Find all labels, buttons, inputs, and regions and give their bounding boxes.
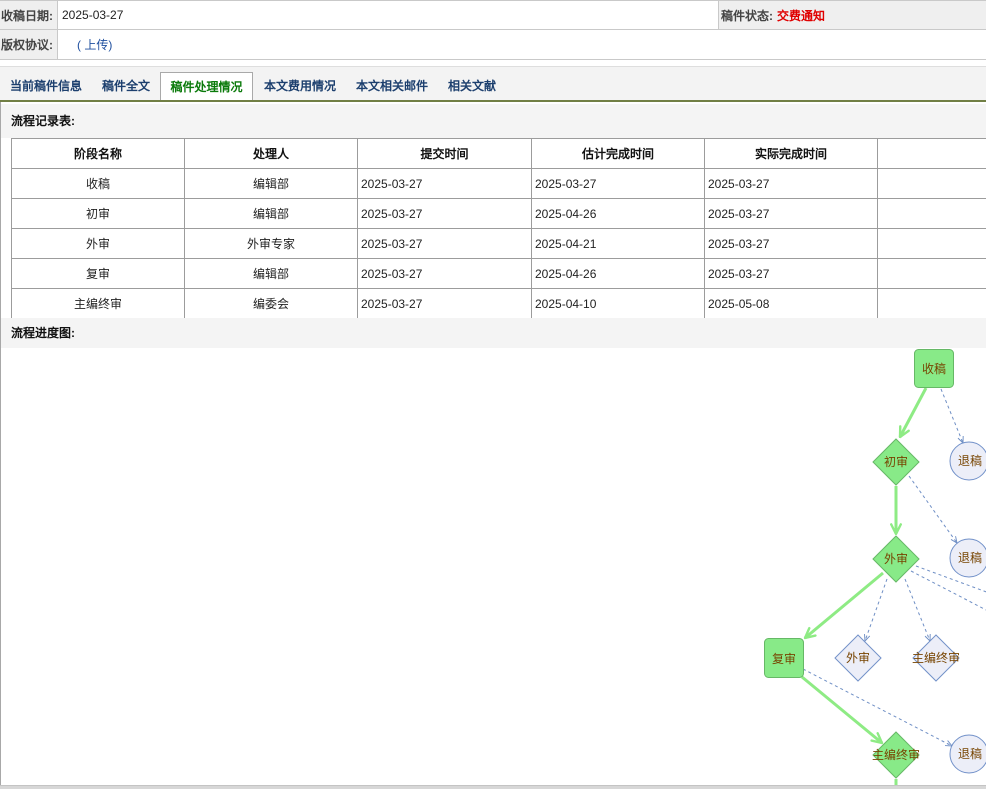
- cell-empty: [878, 289, 986, 319]
- flow-node-tuigao-2: 退稿: [949, 538, 986, 578]
- status-badge: 交费通知: [777, 8, 826, 23]
- tab-full-text[interactable]: 稿件全文: [102, 72, 150, 102]
- received-date-label: 收稿日期:: [0, 1, 58, 29]
- flow-node-label: 主编终审: [912, 650, 960, 665]
- cell-stage: 复审: [12, 259, 185, 289]
- edge-shougao-to-tuigao: [940, 388, 963, 443]
- tab-label: 本文费用情况: [264, 79, 337, 93]
- cell-empty: [878, 199, 986, 229]
- cell-estimated: 2025-04-26: [532, 199, 705, 229]
- flow-node-label: 初审: [884, 454, 908, 469]
- tab-processing-status[interactable]: 稿件处理情况: [160, 72, 253, 102]
- header-actual: 实际完成时间: [705, 139, 878, 169]
- flow-node-chushen: 初审: [872, 438, 920, 486]
- copyright-label: 版权协议:: [0, 30, 58, 59]
- tab-label: 本文相关邮件: [356, 79, 429, 93]
- cell-handler: 外审专家: [185, 229, 358, 259]
- cell-stage: 外审: [12, 229, 185, 259]
- tab-label: 稿件处理情况: [170, 80, 243, 94]
- header-estimated: 估计完成时间: [532, 139, 705, 169]
- flow-node-label: 主编终审: [872, 747, 920, 762]
- cell-submitted: 2025-03-27: [358, 289, 532, 319]
- flow-node-label: 外审: [846, 650, 870, 665]
- process-record-table: 阶段名称 处理人 提交时间 估计完成时间 实际完成时间 收稿 编辑部 2025-…: [11, 138, 986, 319]
- status-cell: 稿件状态: 交费通知: [718, 1, 986, 29]
- flow-node-label: 退稿: [958, 453, 982, 468]
- edge-fushen-to-zhubian: [801, 675, 884, 745]
- received-date-row: 收稿日期: 2025-03-27 稿件状态: 交费通知: [0, 0, 986, 30]
- cell-actual: 2025-05-08: [705, 289, 878, 319]
- tab-references[interactable]: 相关文献: [448, 72, 496, 102]
- upload-link[interactable]: ( 上传): [77, 36, 112, 53]
- flow-node-label: 退稿: [958, 550, 982, 565]
- received-date-value: 2025-03-27: [62, 8, 124, 22]
- cell-estimated: 2025-04-21: [532, 229, 705, 259]
- tab-underline: [0, 100, 986, 102]
- tab-label: 相关文献: [448, 79, 497, 93]
- cell-handler: 编辑部: [185, 169, 358, 199]
- edge-waishen-to-fushen: [803, 571, 884, 640]
- edge-chushen-to-tuigao: [908, 475, 957, 543]
- flow-node-waishen-alt: 外审: [834, 634, 882, 682]
- flow-diagram: 收稿 退稿 初审 退稿 外审 复审 外审 主编终审 主编终审 退稿: [764, 349, 986, 785]
- header-empty: [878, 139, 986, 169]
- tab-label: 稿件全文: [102, 79, 151, 93]
- flow-node-tuigao-3: 退稿: [949, 734, 986, 774]
- cell-estimated: 2025-04-26: [532, 259, 705, 289]
- header-stage: 阶段名称: [12, 139, 185, 169]
- flow-node-label: 外审: [884, 551, 908, 566]
- flow-node-zhubian-alt: 主编终审: [912, 634, 960, 682]
- cell-empty: [878, 169, 986, 199]
- flow-nodes: 收稿 退稿 初审 退稿 外审 复审 外审 主编终审 主编终审 退稿: [764, 349, 986, 779]
- manuscript-process-page: 收稿日期: 2025-03-27 稿件状态: 交费通知 版权协议: ( 上传) …: [0, 0, 986, 789]
- cell-estimated: 2025-04-10: [532, 289, 705, 319]
- horizontal-scrollbar[interactable]: [0, 785, 986, 789]
- tab-label: 当前稿件信息: [10, 79, 83, 93]
- cell-estimated: 2025-03-27: [532, 169, 705, 199]
- cell-handler: 编辑部: [185, 259, 358, 289]
- cell-stage: 初审: [12, 199, 185, 229]
- copyright-row: 版权协议: ( 上传): [0, 30, 986, 60]
- cell-empty: [878, 229, 986, 259]
- cell-submitted: 2025-03-27: [358, 229, 532, 259]
- cell-stage: 主编终审: [12, 289, 185, 319]
- cell-actual: 2025-03-27: [705, 199, 878, 229]
- status-label: 稿件状态:: [721, 8, 773, 23]
- cell-submitted: 2025-03-27: [358, 169, 532, 199]
- edge-shougao-to-chushen: [898, 387, 928, 439]
- edge-waishen-offscreen-2: [910, 570, 986, 611]
- content-left-border: [0, 102, 1, 789]
- cell-submitted: 2025-03-27: [358, 259, 532, 289]
- cell-stage: 收稿: [12, 169, 185, 199]
- tab-related-emails[interactable]: 本文相关邮件: [356, 72, 428, 102]
- flow-node-label: 收稿: [922, 361, 946, 376]
- flow-node-tuigao-1: 退稿: [949, 441, 986, 481]
- cell-empty: [878, 259, 986, 289]
- flow-node-shougao: 收稿: [914, 349, 954, 388]
- tab-bar: 当前稿件信息 稿件全文 稿件处理情况 本文费用情况 本文相关邮件 相关文献: [0, 66, 986, 102]
- flow-node-fushen: 复审: [764, 638, 804, 678]
- flow-diagram-title: 流程进度图:: [1, 318, 986, 348]
- record-table-title: 流程记录表:: [1, 104, 986, 138]
- record-table-container: 阶段名称 处理人 提交时间 估计完成时间 实际完成时间 收稿 编辑部 2025-…: [11, 138, 986, 319]
- cell-handler: 编委会: [185, 289, 358, 319]
- cell-handler: 编辑部: [185, 199, 358, 229]
- cell-actual: 2025-03-27: [705, 229, 878, 259]
- edge-waishen-to-waishen: [865, 578, 888, 641]
- cell-actual: 2025-03-27: [705, 259, 878, 289]
- header-handler: 处理人: [185, 139, 358, 169]
- cell-submitted: 2025-03-27: [358, 199, 532, 229]
- edge-fushen-to-tuigao: [802, 668, 952, 746]
- flow-node-label: 复审: [772, 651, 796, 666]
- tab-current-info[interactable]: 当前稿件信息: [10, 72, 82, 102]
- copyright-value: ( 上传): [77, 30, 112, 59]
- edge-waishen-to-zhubian: [904, 578, 930, 641]
- header-submitted: 提交时间: [358, 139, 532, 169]
- flow-node-label: 退稿: [958, 746, 982, 761]
- cell-actual: 2025-03-27: [705, 169, 878, 199]
- tab-fees[interactable]: 本文费用情况: [264, 72, 336, 102]
